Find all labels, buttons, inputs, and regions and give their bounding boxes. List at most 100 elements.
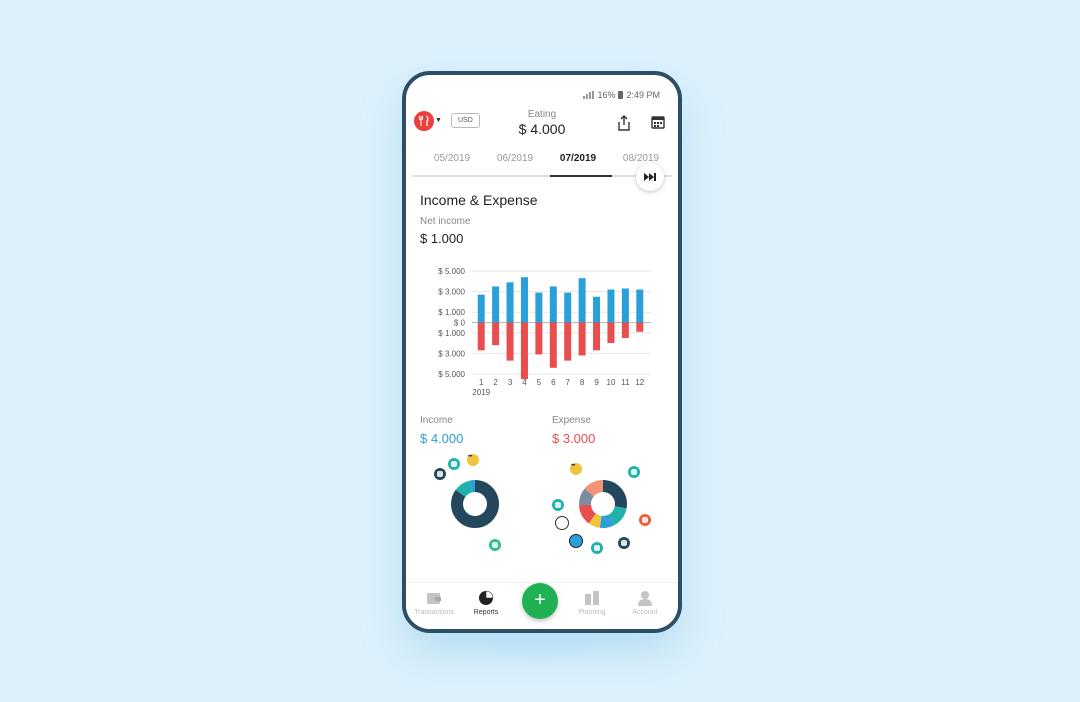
expense-bar — [621, 322, 629, 338]
nav-planning[interactable]: Planning — [567, 589, 617, 616]
expense-category-icon[interactable] — [628, 466, 640, 478]
signal-icon — [583, 91, 595, 99]
income-more-icon[interactable] — [467, 454, 479, 466]
income-value: $ 4.000 — [420, 431, 464, 446]
battery-percent: 16% — [597, 90, 616, 100]
expense-bar — [535, 322, 543, 355]
expense-bar — [578, 322, 586, 356]
battery-icon — [618, 91, 624, 99]
income-bar — [636, 289, 644, 323]
x-tick-label: 2 — [493, 378, 498, 387]
income-label: Income — [420, 415, 453, 426]
y-tick-label: $ 5.000 — [438, 267, 465, 276]
income-bar — [549, 286, 557, 323]
nav-label: Planning — [578, 609, 606, 616]
y-tick-label: $ 1.000 — [438, 308, 465, 317]
planning-icon — [585, 591, 599, 605]
expense-category-icon[interactable] — [570, 535, 582, 547]
x-tick-label: 3 — [508, 378, 513, 387]
active-tab-indicator — [550, 175, 612, 177]
expense-bar — [506, 322, 514, 361]
phone-frame: 16% 2:49 PM ▼ USD Eating $ 4.000 05/2019… — [402, 71, 682, 633]
calendar-icon[interactable] — [650, 114, 666, 135]
y-tick-label: $ 1.000 — [438, 329, 465, 338]
income-expense-chart: $ 5.000$ 3.000$ 1.000$ 0$ 1.000$ 3.000$ … — [438, 267, 651, 397]
status-bar: 16% 2:49 PM — [583, 90, 660, 100]
expense-category-icon[interactable] — [639, 514, 651, 526]
expense-bar — [593, 322, 601, 351]
expense-bar — [636, 322, 644, 332]
y-tick-label: $ 0 — [454, 319, 466, 328]
person-icon — [638, 591, 652, 606]
income-bar — [621, 288, 629, 323]
add-transaction-button[interactable]: + — [522, 583, 558, 619]
x-tick-label: 11 — [621, 378, 630, 387]
expense-bar — [607, 322, 615, 344]
income-donut-chart[interactable] — [450, 479, 500, 529]
tabs-divider — [412, 175, 672, 177]
income-bar — [593, 296, 601, 323]
income-bar — [564, 292, 572, 323]
plus-icon: + — [534, 589, 546, 611]
category-amount: $ 4.000 — [518, 121, 566, 137]
net-income-value: $ 1.000 — [420, 231, 464, 246]
y-tick-label: $ 3.000 — [438, 349, 465, 358]
nav-transactions[interactable]: Transactions — [409, 589, 459, 616]
expense-bar — [564, 322, 572, 361]
x-tick-label: 1 — [479, 378, 484, 387]
income-category-icon[interactable] — [448, 458, 460, 470]
tab-05-2019[interactable]: 05/2019 — [422, 153, 482, 164]
x-tick-label: 8 — [580, 378, 585, 387]
section-title: Income & Expense — [420, 192, 538, 208]
expense-more-icon[interactable] — [570, 463, 582, 475]
x-year-label: 2019 — [472, 388, 490, 397]
expense-category-icon[interactable] — [556, 517, 568, 529]
x-tick-label: 7 — [565, 378, 570, 387]
header-title: Eating $ 4.000 — [406, 109, 678, 137]
nav-label: Transactions — [414, 609, 454, 616]
tab-08-2019[interactable]: 08/2019 — [611, 153, 671, 164]
income-category-icon[interactable] — [489, 539, 501, 551]
net-income-label: Net income — [420, 216, 471, 227]
y-tick-label: $ 5.000 — [438, 370, 465, 379]
x-tick-label: 9 — [594, 378, 599, 387]
x-tick-label: 10 — [607, 378, 616, 387]
y-tick-label: $ 3.000 — [438, 288, 465, 297]
nav-label: Reports — [473, 609, 499, 616]
income-category-icon[interactable] — [434, 468, 446, 480]
pie-chart-icon — [479, 590, 494, 605]
income-bar — [520, 277, 528, 323]
expense-category-icon[interactable] — [591, 542, 603, 554]
nav-reports[interactable]: Reports — [461, 589, 511, 616]
nav-account[interactable]: Account — [620, 589, 670, 616]
expense-label: Expense — [552, 415, 591, 426]
expense-bar — [477, 322, 485, 351]
tab-06-2019[interactable]: 06/2019 — [485, 153, 545, 164]
income-bar — [535, 292, 543, 323]
expense-bar — [549, 322, 557, 368]
expense-category-icon[interactable] — [552, 499, 564, 511]
income-bar — [578, 278, 586, 323]
expense-bar — [520, 322, 528, 380]
expense-donut-chart[interactable] — [578, 479, 628, 529]
expense-category-icon[interactable] — [618, 537, 630, 549]
share-icon[interactable] — [616, 114, 632, 137]
income-bar — [506, 282, 514, 323]
income-bar — [607, 289, 615, 323]
x-tick-label: 6 — [551, 378, 556, 387]
x-tick-label: 4 — [522, 378, 527, 387]
status-time: 2:49 PM — [626, 90, 660, 100]
income-bar — [477, 294, 485, 323]
top-app-bar: ▼ USD Eating $ 4.000 — [406, 105, 678, 141]
income-bar — [492, 286, 500, 323]
jump-to-current-button[interactable] — [636, 163, 664, 191]
tab-07-2019[interactable]: 07/2019 — [548, 153, 608, 164]
wallet-icon — [427, 593, 441, 604]
nav-label: Account — [632, 609, 658, 616]
x-tick-label: 5 — [537, 378, 542, 387]
fast-forward-icon — [644, 173, 656, 181]
expense-bar — [492, 322, 500, 346]
category-label: Eating — [527, 109, 557, 120]
expense-value: $ 3.000 — [552, 431, 596, 446]
x-tick-label: 12 — [635, 378, 644, 387]
